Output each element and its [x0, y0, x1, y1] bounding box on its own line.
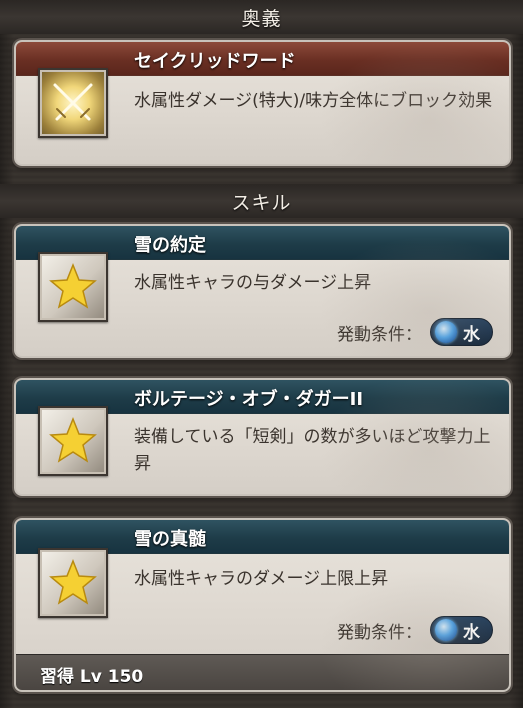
skill-section-title: スキル — [231, 191, 292, 214]
skill-3-description: 水属性キャラのダメージ上限上昇 — [134, 569, 389, 589]
learn-level-bar: 習得 Lv 150 — [16, 654, 509, 690]
skill-1-element: 水 — [463, 324, 480, 345]
skill-2-title: ボルテージ・オブ・ダガーII — [134, 389, 364, 410]
crossed-swords-icon — [38, 68, 108, 138]
water-orb-icon — [435, 619, 457, 641]
water-orb-icon — [435, 321, 457, 343]
star-icon — [38, 548, 108, 618]
skill-3-condition-label: 発動条件： — [337, 622, 422, 643]
skill-2-description: 装備している「短剣」の数が多いほど攻撃力上昇 — [134, 427, 491, 474]
skill-1-condition-label: 発動条件： — [337, 324, 422, 345]
ougi-description: 水属性ダメージ(特大)/味方全体にブロック効果 — [134, 91, 493, 111]
skill-card-3[interactable]: 雪の真髄 水属性キャラのダメージ上限上昇 発動条件： 水 習得 Lv 150 — [14, 518, 511, 692]
skill-card-2[interactable]: ボルテージ・オブ・ダガーII 装備している「短剣」の数が多いほど攻撃力上昇 — [14, 378, 511, 496]
star-icon — [38, 406, 108, 476]
skill-3-title: 雪の真髄 — [134, 529, 206, 550]
water-element-badge: 水 — [430, 616, 493, 644]
skill-section-header: スキル — [0, 184, 523, 218]
learn-level-text: 習得 Lv 150 — [40, 667, 144, 687]
skill-1-description: 水属性キャラの与ダメージ上昇 — [134, 273, 372, 293]
skill-3-element: 水 — [463, 622, 480, 643]
ougi-title: セイクリッドワード — [134, 51, 296, 72]
skill-1-condition: 発動条件： 水 — [337, 318, 493, 346]
skill-card-1[interactable]: 雪の約定 水属性キャラの与ダメージ上昇 発動条件： 水 — [14, 224, 511, 358]
ougi-card[interactable]: セイクリッドワード 水属性ダメージ(特大)/味方全体にブロック効果 — [14, 40, 511, 166]
ougi-section-header: 奥義 — [0, 0, 523, 34]
ougi-section-title: 奥義 — [241, 7, 282, 30]
star-icon — [38, 252, 108, 322]
skill-3-condition: 発動条件： 水 — [337, 616, 493, 644]
water-element-badge: 水 — [430, 318, 493, 346]
skill-1-title: 雪の約定 — [134, 235, 206, 256]
